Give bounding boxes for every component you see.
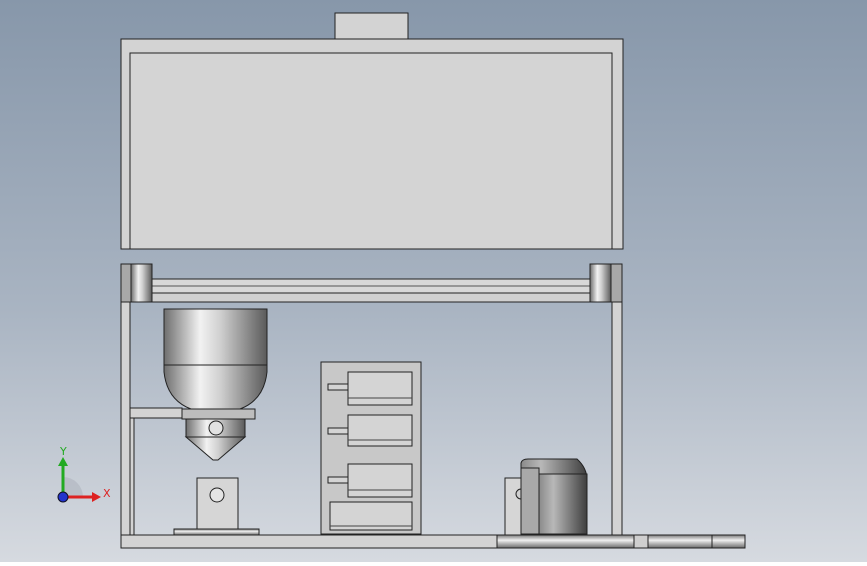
lid-housing[interactable] <box>120 38 624 250</box>
hinge-bar[interactable] <box>120 278 623 303</box>
drawer-4[interactable] <box>329 501 413 531</box>
base-plate[interactable] <box>496 534 746 549</box>
lid-handle[interactable] <box>334 12 409 40</box>
cad-viewport[interactable]: Y X <box>0 0 867 562</box>
hinge-right[interactable] <box>589 263 623 303</box>
hinge-left[interactable] <box>120 263 153 303</box>
z-axis-dot <box>57 491 69 503</box>
y-axis-label: Y <box>59 445 67 458</box>
drawer-cabinet[interactable] <box>320 361 422 535</box>
x-axis-label: X <box>103 487 111 500</box>
machine-drawing: Y X <box>0 0 867 562</box>
